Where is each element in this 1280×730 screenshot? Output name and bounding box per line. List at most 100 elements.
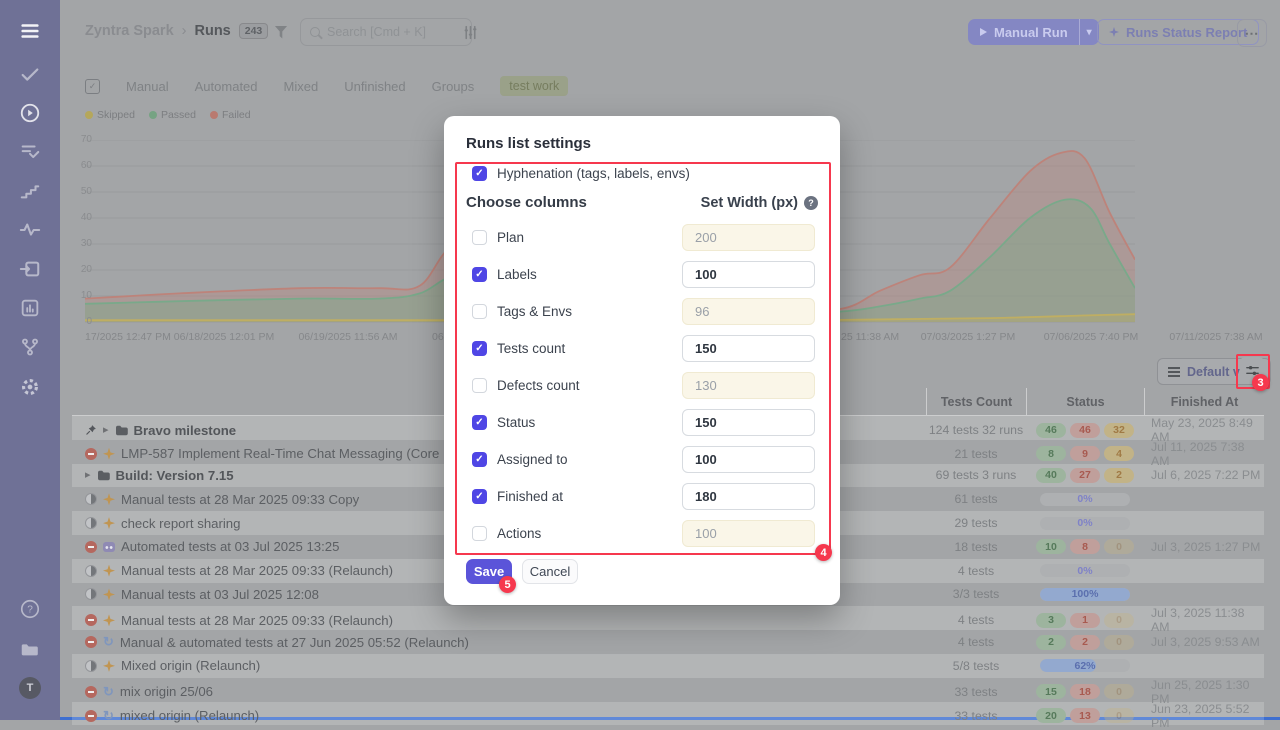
failed-status-icon <box>85 614 97 626</box>
tab-groups[interactable]: Groups <box>432 79 475 94</box>
chevron-down-icon[interactable]: ▾ <box>1080 27 1099 38</box>
progress-bar: 0% <box>1040 517 1130 530</box>
more-actions-button[interactable]: ⋯ <box>1237 19 1267 47</box>
header-status[interactable]: Status <box>1026 388 1144 415</box>
x-tick-label: 07/03/2025 1:27 PM <box>921 331 1016 343</box>
test-cases-icon[interactable] <box>19 141 41 163</box>
run-name[interactable]: check report sharing <box>121 516 240 531</box>
table-row[interactable]: Mixed origin (Relaunch)5/8 tests62% <box>72 654 1264 678</box>
help-icon[interactable]: ? <box>19 598 41 620</box>
passed-badge: 15 <box>1036 684 1066 699</box>
avatar[interactable]: T <box>19 677 41 699</box>
status-cell: 220 <box>1026 635 1144 650</box>
tab-manual[interactable]: Manual <box>126 79 169 94</box>
table-row[interactable]: ↻Manual & automated tests at 27 Jun 2025… <box>72 630 1264 654</box>
table-row[interactable]: ↻mixed origin (Relaunch)33 tests20130Jun… <box>72 702 1264 726</box>
filter-funnel-button[interactable] <box>268 19 294 45</box>
header-tests-count[interactable]: Tests Count <box>926 388 1026 415</box>
x-tick-label: 06 <box>432 331 444 343</box>
caret-expand-icon[interactable]: ▸ <box>103 424 109 436</box>
failed-status-icon <box>85 541 97 553</box>
tests-count-cell: 69 tests 3 runs <box>926 468 1026 482</box>
sparkle-icon <box>103 614 115 626</box>
run-name[interactable]: Mixed origin (Relaunch) <box>121 658 260 673</box>
passed-badge: 8 <box>1036 446 1066 461</box>
run-name[interactable]: mixed origin (Relaunch) <box>120 708 259 723</box>
tab-unfinished[interactable]: Unfinished <box>344 79 405 94</box>
run-name[interactable]: Manual & automated tests at 27 Jun 2025 … <box>120 635 469 650</box>
breadcrumb-project[interactable]: Zyntra Spark <box>85 23 174 39</box>
tests-count-cell: 29 tests <box>926 516 1026 530</box>
tests-count-cell: 21 tests <box>926 447 1026 461</box>
menu-icon[interactable] <box>19 20 41 42</box>
status-cell: 40272 <box>1026 468 1144 483</box>
y-tick-label: 20 <box>58 264 92 275</box>
tests-count-cell: 5/8 tests <box>926 659 1026 673</box>
cancel-button[interactable]: Cancel <box>522 559 578 584</box>
tests-count-cell: 33 tests <box>926 685 1026 699</box>
status-cell: 1080 <box>1026 539 1144 554</box>
run-name-cell: ↻mix origin 25/06 <box>72 684 926 699</box>
status-cell: 20130 <box>1026 708 1144 723</box>
run-name[interactable]: Manual tests at 28 Mar 2025 09:33 (Relau… <box>121 563 393 578</box>
progress-bar: 0% <box>1040 493 1130 506</box>
skipped-badge: 2 <box>1104 468 1134 483</box>
legend-dot <box>210 111 218 119</box>
import-icon[interactable] <box>19 258 41 280</box>
manual-run-button[interactable]: Manual Run ▾ <box>968 19 1099 45</box>
sparkle-icon <box>103 660 115 672</box>
annotation-rect-settings <box>455 162 831 555</box>
status-cell: 0% <box>1026 564 1144 577</box>
failed-badge: 46 <box>1070 423 1100 438</box>
branch-icon[interactable] <box>19 336 41 358</box>
status-cell: 310 <box>1026 613 1144 628</box>
run-name[interactable]: Manual tests at 28 Mar 2025 09:33 (Relau… <box>121 613 393 628</box>
failed-badge: 13 <box>1070 708 1100 723</box>
search-settings-icon[interactable] <box>462 24 479 46</box>
run-name[interactable]: mix origin 25/06 <box>120 684 213 699</box>
x-tick-label: 07/06/2025 7:40 PM <box>1044 331 1139 343</box>
run-name[interactable]: Manual tests at 28 Mar 2025 09:33 Copy <box>121 492 359 507</box>
filter-tag[interactable]: test work <box>500 76 568 96</box>
skipped-badge: 0 <box>1104 708 1134 723</box>
caret-expand-icon[interactable]: ▸ <box>85 469 91 481</box>
passed-badge: 3 <box>1036 613 1066 628</box>
analytics-chart-icon[interactable] <box>19 297 41 319</box>
gear-icon[interactable] <box>19 376 41 398</box>
list-view-icon <box>1168 371 1180 373</box>
select-runs-icon[interactable]: ✓ <box>85 79 100 94</box>
skipped-badge: 32 <box>1104 423 1134 438</box>
runs-status-report-button[interactable]: Runs Status Report <box>1097 19 1259 45</box>
legend-item: Passed <box>149 109 196 121</box>
runs-count-badge: 243 <box>239 23 269 39</box>
legend-dot <box>149 111 157 119</box>
header-finished-at[interactable]: Finished At <box>1144 388 1264 415</box>
steps-icon[interactable] <box>19 180 41 202</box>
breadcrumb: Zyntra Spark › Runs 243 <box>85 23 268 39</box>
run-name[interactable]: Automated tests at 03 Jul 2025 13:25 <box>121 539 339 554</box>
manual-run-label: Manual Run <box>994 25 1068 40</box>
tab-mixed[interactable]: Mixed <box>284 79 319 94</box>
run-name[interactable]: Build: Version 7.15 <box>116 468 234 483</box>
run-name[interactable]: Bravo milestone <box>134 423 237 438</box>
progress-label: 100% <box>1040 588 1130 601</box>
tests-count-cell: 3/3 tests <box>926 587 1026 601</box>
finished-at-cell: Jul 3, 2025 11:38 AM <box>1144 606 1264 634</box>
annotation-badge-5: 5 <box>499 576 516 593</box>
tests-check-icon[interactable] <box>19 64 41 86</box>
failed-badge: 8 <box>1070 539 1100 554</box>
finished-at-cell: Jul 3, 2025 9:53 AM <box>1144 635 1264 649</box>
run-name[interactable]: Manual tests at 03 Jul 2025 12:08 <box>121 587 319 602</box>
y-tick-label: 30 <box>58 238 92 249</box>
runs-play-icon[interactable] <box>19 102 41 124</box>
tab-automated[interactable]: Automated <box>195 79 258 94</box>
activity-pulse-icon[interactable] <box>19 219 41 241</box>
progress-label: 0% <box>1040 517 1130 530</box>
sparkle-icon <box>103 517 115 529</box>
pin-icon <box>85 424 97 436</box>
table-row[interactable]: Manual tests at 28 Mar 2025 09:33 (Relau… <box>72 606 1264 630</box>
search-input[interactable]: Search [Cmd + K] <box>300 18 472 46</box>
svg-text:?: ? <box>27 605 33 616</box>
projects-folder-icon[interactable] <box>19 638 41 660</box>
table-row[interactable]: ↻mix origin 25/0633 tests15180Jun 25, 20… <box>72 678 1264 702</box>
